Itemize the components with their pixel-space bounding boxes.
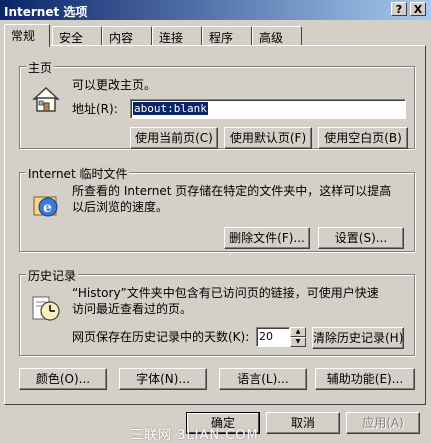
homepage-group-label: 主页 <box>26 59 55 76</box>
use-current-button[interactable]: 使用当前页(C) <box>130 127 218 149</box>
address-label: 地址(R): <box>72 102 118 116</box>
history-days-spinner: ▲ ▼ <box>290 327 306 347</box>
tab-general[interactable]: 常规 <box>4 24 50 47</box>
delete-files-button[interactable]: 删除文件(F)... <box>224 227 310 249</box>
use-default-button[interactable]: 使用默认页(F) <box>224 127 312 149</box>
title-bar: Internet 选项 ? X <box>0 0 431 20</box>
tab-connections[interactable]: 连接 <box>152 26 202 46</box>
clear-history-button[interactable]: 清除历史记录(H) <box>312 327 404 349</box>
temp-files-description-line1: 所查看的 Internet 页存储在特定的文件夹中，这样可以提高 <box>72 184 392 198</box>
svg-text:e: e <box>43 200 52 216</box>
temp-files-group-label: Internet 临时文件 <box>26 165 130 182</box>
tab-programs[interactable]: 程序 <box>202 26 252 46</box>
address-value: about:blank <box>133 102 208 115</box>
history-description-line1: “History”文件夹中包含有已访问页的链接，可使用户快速 <box>72 286 379 300</box>
temp-settings-button[interactable]: 设置(S)... <box>318 227 404 249</box>
homepage-description: 可以更改主页。 <box>72 78 157 92</box>
accessibility-button[interactable]: 辅助功能(E)... <box>315 368 415 390</box>
temp-files-description-line2: 以后浏览的速度。 <box>72 200 169 214</box>
general-tab-panel: 主页 可以更改主页。 地址(R): about:blank 使用当前页(C) 使… <box>4 45 426 405</box>
history-days-input[interactable]: 20 <box>256 327 290 347</box>
history-group-label: 历史记录 <box>26 267 79 284</box>
apply-button[interactable]: 应用(A) <box>346 412 420 434</box>
close-icon: X <box>413 3 423 16</box>
history-group: 历史记录 “History”文件夹中包含有已访问页的链接，可使用户快速 访问最近… <box>19 267 415 356</box>
tab-label: 高级 <box>259 31 284 45</box>
fonts-button[interactable]: 字体(N)... <box>119 368 207 390</box>
window-title: Internet 选项 <box>4 5 88 19</box>
spin-up-button[interactable]: ▲ <box>290 327 306 337</box>
spin-down-button[interactable]: ▼ <box>290 337 306 347</box>
homepage-group: 主页 可以更改主页。 地址(R): about:blank 使用当前页(C) 使… <box>19 59 415 149</box>
cancel-button[interactable]: 取消 <box>266 412 340 434</box>
tab-label: 连接 <box>159 31 184 45</box>
colors-button[interactable]: 颜色(O)... <box>19 368 107 390</box>
history-description-line2: 访问最近查看过的页。 <box>72 302 193 316</box>
tab-label: 常规 <box>11 29 36 43</box>
ie-globe-icon: e <box>33 196 58 217</box>
history-days-value: 20 <box>259 330 273 343</box>
close-button[interactable]: X <box>410 2 426 16</box>
temp-files-group: Internet 临时文件 e 所查看的 Internet 页存储在特定的文件夹… <box>19 165 415 252</box>
use-blank-button[interactable]: 使用空白页(B) <box>318 127 408 149</box>
tab-label: 内容 <box>109 31 134 45</box>
tab-label: 程序 <box>209 31 234 45</box>
help-icon: ? <box>395 3 403 16</box>
help-button[interactable]: ? <box>391 2 407 16</box>
homepage-address-input[interactable]: about:blank <box>130 99 406 119</box>
history-clock-icon <box>32 296 60 321</box>
house-icon <box>32 86 60 112</box>
tab-content[interactable]: 内容 <box>102 26 152 46</box>
tab-security[interactable]: 安全 <box>52 26 102 46</box>
tab-label: 安全 <box>59 31 84 45</box>
languages-button[interactable]: 语言(L)... <box>219 368 307 390</box>
watermark: 三联网 3LIAN.COM <box>130 428 259 443</box>
history-days-label: 网页保存在历史记录中的天数(K): <box>72 330 250 344</box>
tab-advanced[interactable]: 高级 <box>252 26 302 46</box>
